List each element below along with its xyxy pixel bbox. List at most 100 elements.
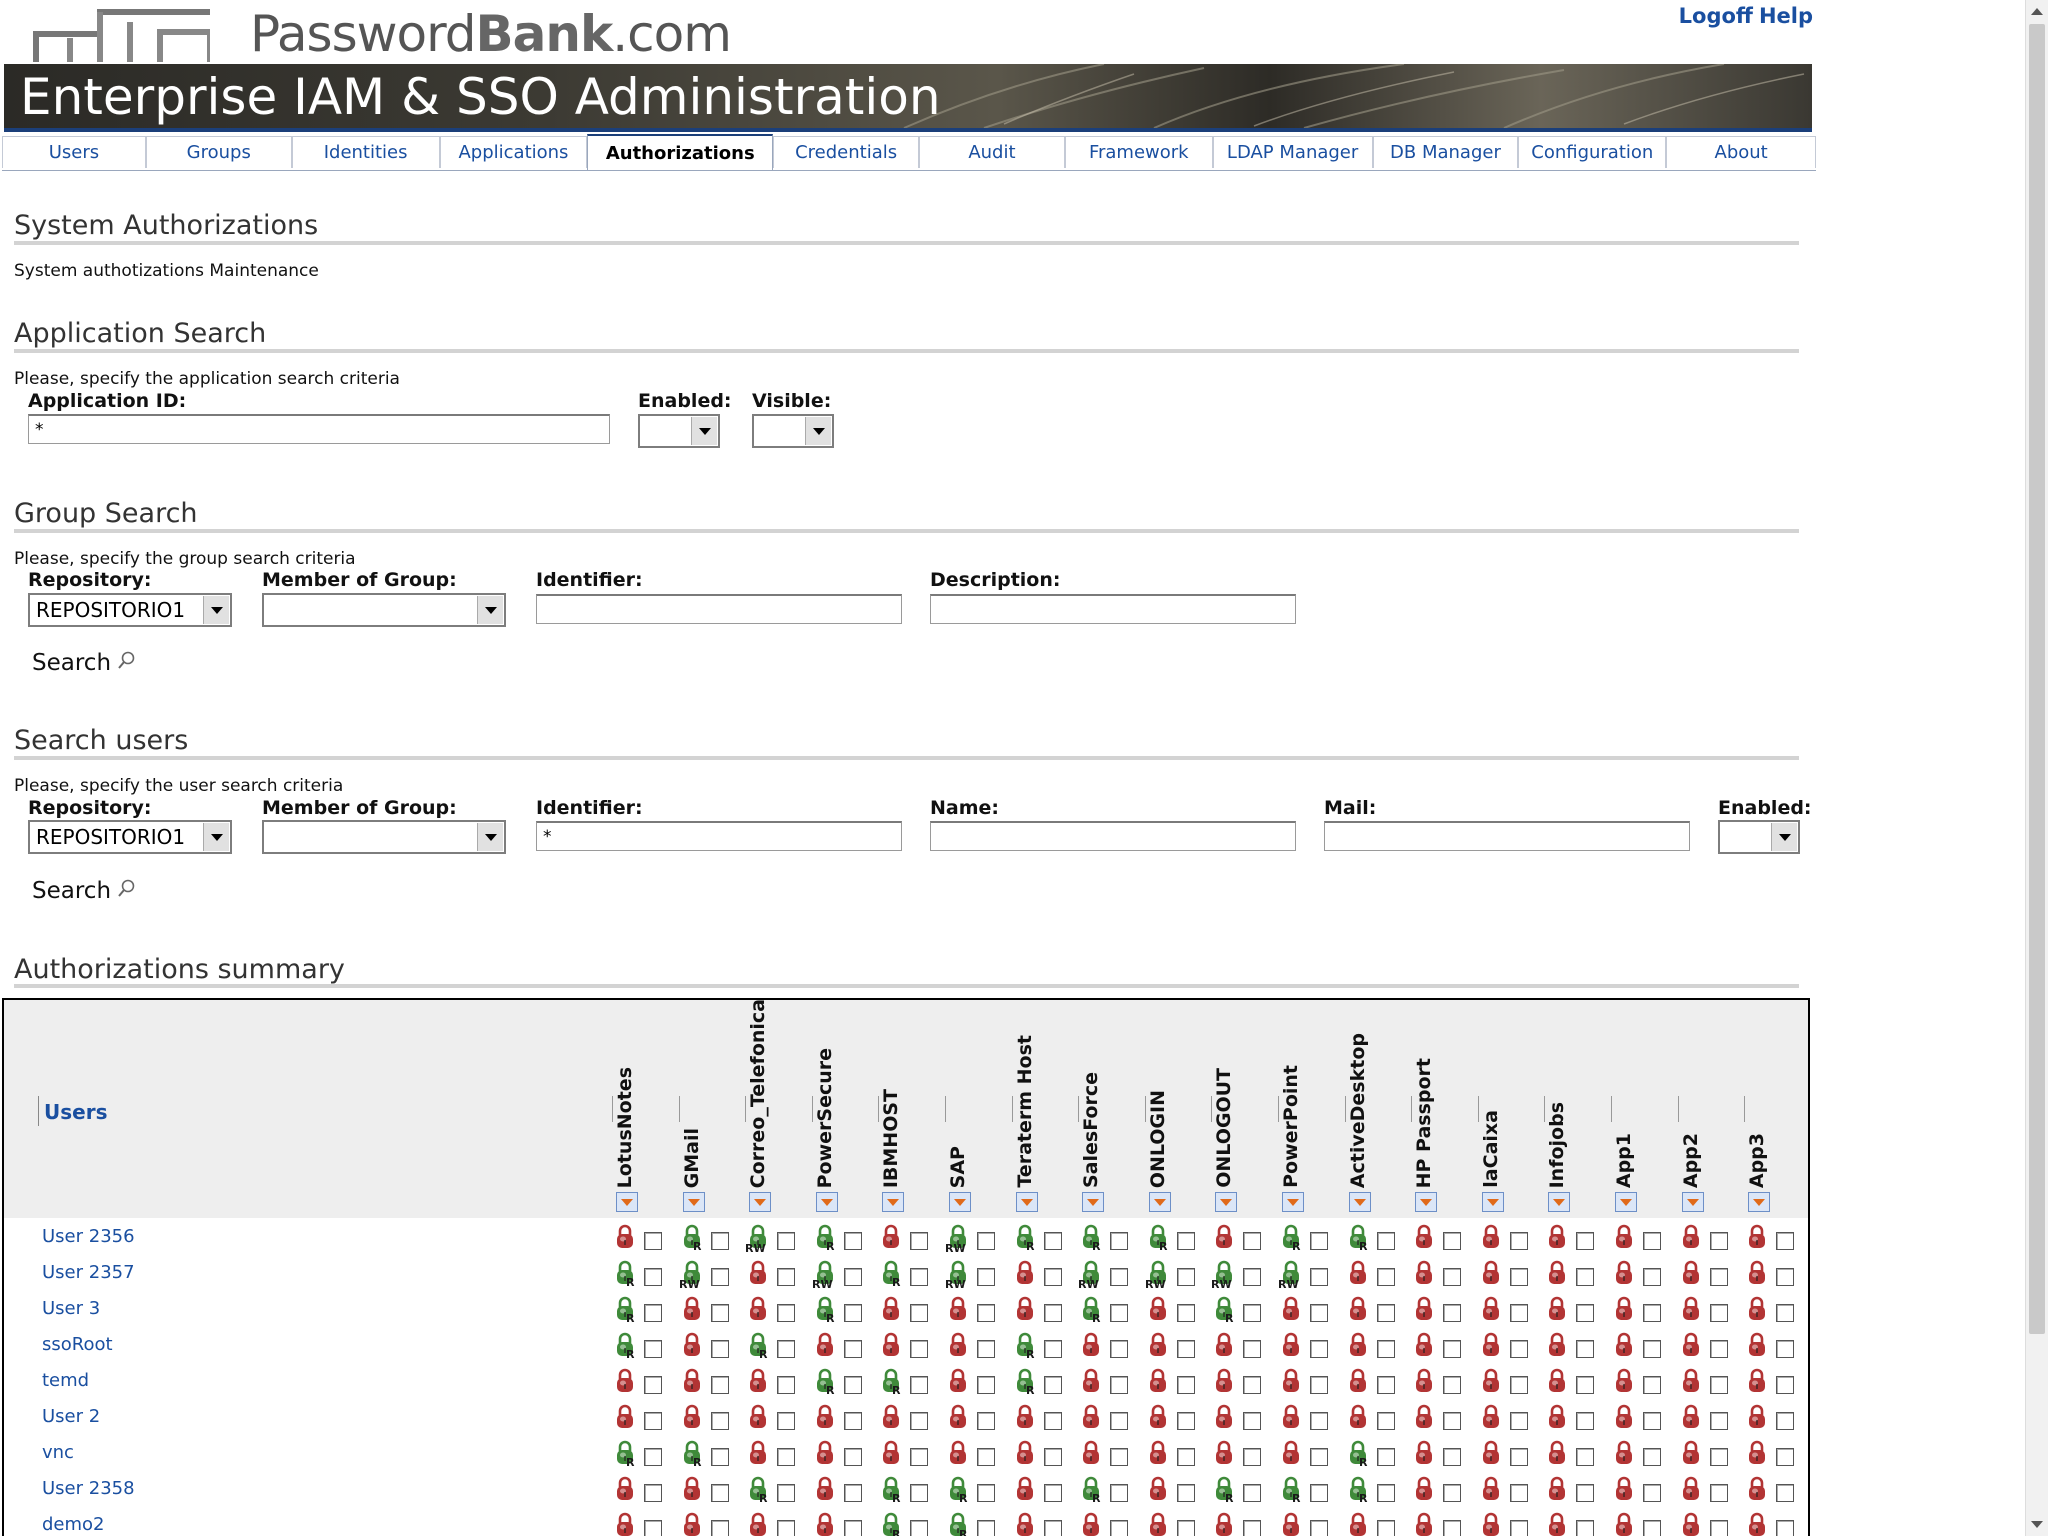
unlocked-lock-icon[interactable]: R: [1080, 1476, 1106, 1508]
unlocked-lock-icon[interactable]: R: [681, 1440, 707, 1472]
user-link[interactable]: temd: [42, 1370, 89, 1391]
authorization-checkbox[interactable]: [644, 1304, 662, 1322]
authorization-checkbox[interactable]: [1576, 1304, 1594, 1322]
locked-lock-icon[interactable]: [1413, 1224, 1439, 1256]
locked-lock-icon[interactable]: [614, 1224, 640, 1256]
locked-lock-icon[interactable]: [1280, 1512, 1306, 1536]
tab-framework[interactable]: Framework: [1064, 136, 1213, 168]
locked-lock-icon[interactable]: [1213, 1224, 1239, 1256]
tab-db-manager[interactable]: DB Manager: [1372, 136, 1519, 168]
locked-lock-icon[interactable]: [880, 1296, 906, 1328]
enabled-select[interactable]: [638, 414, 720, 448]
authorization-checkbox[interactable]: [1243, 1520, 1261, 1536]
unlocked-lock-icon[interactable]: RW: [745, 1224, 773, 1256]
authorization-checkbox[interactable]: [1243, 1376, 1261, 1394]
authorization-checkbox[interactable]: [844, 1376, 862, 1394]
locked-lock-icon[interactable]: [880, 1224, 906, 1256]
authorization-checkbox[interactable]: [1177, 1340, 1195, 1358]
locked-lock-icon[interactable]: [1147, 1440, 1173, 1472]
unlocked-lock-icon[interactable]: RW: [1278, 1260, 1306, 1292]
locked-lock-icon[interactable]: [1213, 1512, 1239, 1536]
authorization-checkbox[interactable]: [1643, 1520, 1661, 1536]
authorization-checkbox[interactable]: [1177, 1448, 1195, 1466]
chevron-down-icon[interactable]: [1771, 823, 1797, 851]
locked-lock-icon[interactable]: [747, 1368, 773, 1400]
locked-lock-icon[interactable]: [1347, 1332, 1373, 1364]
user-repository-select[interactable]: REPOSITORIO1: [28, 820, 232, 854]
authorization-checkbox[interactable]: [1310, 1412, 1328, 1430]
authorization-checkbox[interactable]: [1377, 1412, 1395, 1430]
locked-lock-icon[interactable]: [747, 1440, 773, 1472]
tab-about[interactable]: About: [1666, 136, 1817, 168]
sort-arrow-icon[interactable]: [749, 1192, 771, 1212]
unlocked-lock-icon[interactable]: R: [947, 1512, 973, 1536]
authorization-checkbox[interactable]: [1177, 1268, 1195, 1286]
locked-lock-icon[interactable]: [1080, 1440, 1106, 1472]
locked-lock-icon[interactable]: [1613, 1404, 1639, 1436]
unlocked-lock-icon[interactable]: R: [880, 1476, 906, 1508]
locked-lock-icon[interactable]: [681, 1296, 707, 1328]
authorization-checkbox[interactable]: [1310, 1268, 1328, 1286]
application-id-input[interactable]: [28, 414, 610, 444]
authorization-checkbox[interactable]: [1643, 1484, 1661, 1502]
authorization-checkbox[interactable]: [910, 1232, 928, 1250]
users-column-header[interactable]: Users: [37, 1096, 107, 1126]
authorization-checkbox[interactable]: [1310, 1520, 1328, 1536]
authorization-checkbox[interactable]: [1710, 1232, 1728, 1250]
authorization-checkbox[interactable]: [777, 1376, 795, 1394]
locked-lock-icon[interactable]: [1680, 1476, 1706, 1508]
locked-lock-icon[interactable]: [1080, 1332, 1106, 1364]
tab-ldap-manager[interactable]: LDAP Manager: [1212, 136, 1373, 168]
user-enabled-select[interactable]: [1718, 820, 1800, 854]
locked-lock-icon[interactable]: [1147, 1404, 1173, 1436]
authorization-checkbox[interactable]: [910, 1448, 928, 1466]
authorization-checkbox[interactable]: [1110, 1232, 1128, 1250]
authorization-checkbox[interactable]: [1310, 1376, 1328, 1394]
authorization-checkbox[interactable]: [711, 1232, 729, 1250]
locked-lock-icon[interactable]: [1014, 1512, 1040, 1536]
locked-lock-icon[interactable]: [1347, 1404, 1373, 1436]
authorization-checkbox[interactable]: [1110, 1376, 1128, 1394]
locked-lock-icon[interactable]: [1746, 1404, 1772, 1436]
locked-lock-icon[interactable]: [747, 1512, 773, 1536]
locked-lock-icon[interactable]: [747, 1404, 773, 1436]
locked-lock-icon[interactable]: [1680, 1296, 1706, 1328]
tab-applications[interactable]: Applications: [439, 136, 588, 168]
unlocked-lock-icon[interactable]: R: [614, 1332, 640, 1364]
authorization-checkbox[interactable]: [844, 1232, 862, 1250]
authorization-checkbox[interactable]: [1310, 1304, 1328, 1322]
unlocked-lock-icon[interactable]: R: [614, 1296, 640, 1328]
authorization-checkbox[interactable]: [1710, 1304, 1728, 1322]
authorization-checkbox[interactable]: [1443, 1268, 1461, 1286]
authorization-checkbox[interactable]: [1044, 1268, 1062, 1286]
chevron-down-icon[interactable]: [805, 417, 831, 445]
locked-lock-icon[interactable]: [947, 1404, 973, 1436]
authorization-checkbox[interactable]: [711, 1412, 729, 1430]
authorization-checkbox[interactable]: [1243, 1484, 1261, 1502]
unlocked-lock-icon[interactable]: R: [681, 1224, 707, 1256]
locked-lock-icon[interactable]: [1613, 1296, 1639, 1328]
authorization-checkbox[interactable]: [1510, 1232, 1528, 1250]
authorization-checkbox[interactable]: [644, 1412, 662, 1430]
locked-lock-icon[interactable]: [1746, 1296, 1772, 1328]
authorization-checkbox[interactable]: [1576, 1448, 1594, 1466]
locked-lock-icon[interactable]: [1213, 1440, 1239, 1472]
authorization-checkbox[interactable]: [1243, 1412, 1261, 1430]
authorization-checkbox[interactable]: [1643, 1412, 1661, 1430]
unlocked-lock-icon[interactable]: R: [1014, 1224, 1040, 1256]
authorization-checkbox[interactable]: [1177, 1484, 1195, 1502]
authorization-checkbox[interactable]: [1443, 1484, 1461, 1502]
locked-lock-icon[interactable]: [947, 1440, 973, 1472]
authorization-checkbox[interactable]: [1044, 1232, 1062, 1250]
authorization-checkbox[interactable]: [1110, 1412, 1128, 1430]
authorization-checkbox[interactable]: [844, 1340, 862, 1358]
help-link[interactable]: Help: [1759, 4, 1813, 28]
unlocked-lock-icon[interactable]: R: [614, 1260, 640, 1292]
authorization-checkbox[interactable]: [1776, 1412, 1794, 1430]
locked-lock-icon[interactable]: [1480, 1404, 1506, 1436]
unlocked-lock-icon[interactable]: R: [880, 1368, 906, 1400]
sort-arrow-icon[interactable]: [1082, 1192, 1104, 1212]
authorization-checkbox[interactable]: [910, 1376, 928, 1394]
user-name-input[interactable]: [930, 821, 1296, 851]
authorization-checkbox[interactable]: [1243, 1340, 1261, 1358]
